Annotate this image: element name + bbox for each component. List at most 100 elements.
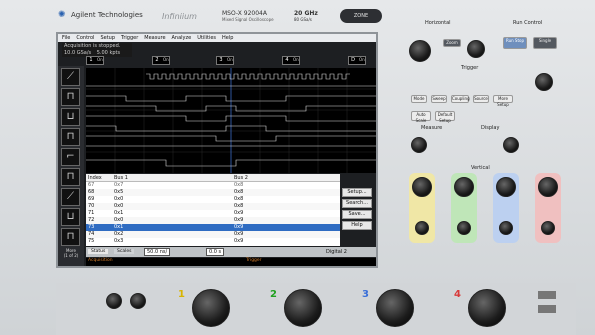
table-row[interactable]: 75 0x3 0x9 [86, 238, 340, 245]
front-panel: Horizontal Run Control Zoom Run Stop Sin… [395, 15, 575, 265]
channel-4-scale-knob[interactable] [538, 177, 558, 197]
trigger-level-knob[interactable] [535, 73, 553, 91]
source-button[interactable]: Source [473, 95, 489, 103]
runt-trigger-icon[interactable]: ⌐ [61, 148, 80, 166]
table-row[interactable]: 70 0x0 0x8 [86, 203, 340, 210]
delay-field[interactable]: 0.0 s [206, 248, 225, 256]
table-row[interactable]: 67 0x7 0x8 [86, 182, 340, 189]
channel-2-box[interactable]: 2 On [152, 56, 170, 65]
model-subtitle: Mixed Signal Oscilloscope [222, 17, 274, 22]
timebase-field[interactable]: 50.0 ns/ [144, 248, 171, 256]
menu-control[interactable]: Control [76, 34, 94, 42]
search-button[interactable]: Search... [342, 199, 372, 208]
channel-2-number: 2 [155, 57, 159, 63]
channel-2-offset-knob[interactable] [457, 221, 471, 235]
more-trigger-button[interactable]: More Setup [493, 95, 513, 107]
channel-4-box[interactable]: 4 On [282, 56, 300, 65]
zoom-button[interactable]: Zoom [443, 39, 461, 47]
column-bus2: Bus 2 [234, 175, 248, 181]
channel-3-offset-knob[interactable] [499, 221, 513, 235]
intensity-knob[interactable] [503, 137, 519, 153]
menu-trigger[interactable]: Trigger [121, 34, 138, 42]
save-button[interactable]: Save... [342, 210, 372, 219]
tab-scales[interactable]: Scales [114, 249, 135, 254]
input-3-connector [376, 289, 414, 327]
glitch-trigger-icon[interactable]: ⊓ [61, 128, 80, 146]
menu-help[interactable]: Help [222, 34, 233, 42]
transition-trigger-icon[interactable]: ⟋ [61, 188, 80, 206]
channel-4-number: 4 [285, 57, 289, 63]
horizontal-label: Horizontal [425, 20, 451, 26]
default-setup-button[interactable]: Default Setup [435, 111, 455, 123]
channel-1-offset-knob[interactable] [415, 221, 429, 235]
zone-logo: ZONE [340, 9, 382, 23]
table-row[interactable]: 72 0x0 0x9 [86, 217, 340, 224]
help-button[interactable]: Help [342, 221, 372, 230]
more-page: (1 of 2) [63, 253, 79, 258]
channel-bar: 1 On 2 On 3 On 4 On D On [86, 56, 376, 66]
row-bus1: 0x5 [114, 189, 124, 195]
table-row-selected[interactable]: 73 0x1 0x9 [86, 224, 340, 231]
row-bus2: 0x9 [234, 210, 244, 216]
run-stop-button[interactable]: Run Stop [503, 37, 527, 49]
window-trigger-icon[interactable]: ⊓ [61, 228, 80, 246]
row-bus2: 0x8 [234, 196, 244, 202]
menu-file[interactable]: File [62, 34, 70, 42]
more-button[interactable]: More (1 of 2) [58, 248, 84, 270]
channel-3-box[interactable]: 3 On [216, 56, 234, 65]
table-row[interactable]: 68 0x5 0x8 [86, 189, 340, 196]
row-bus1: 0x1 [114, 224, 124, 230]
menu-measure[interactable]: Measure [144, 34, 165, 42]
zone-trigger-icon[interactable]: ⊔ [61, 208, 80, 226]
vertical-channel-2 [451, 173, 477, 243]
channel-1-box[interactable]: 1 On [86, 56, 104, 65]
channel-d-box[interactable]: D On [348, 56, 366, 65]
side-toolbar: ⟋ ⊓ ⊔ ⊓ ⌐ ⊓ ⟋ ⊔ ⊓ [58, 66, 84, 266]
brand-text: Agilent Technologies [71, 11, 143, 19]
trigger-label: Trigger [461, 65, 479, 71]
tab-status[interactable]: Status [88, 249, 109, 254]
channel-1-number: 1 [89, 57, 93, 63]
channel-2-scale-knob[interactable] [454, 177, 474, 197]
measure-position-knob[interactable] [411, 137, 427, 153]
table-row[interactable]: 74 0x2 0x9 [86, 231, 340, 238]
channel-3-scale-knob[interactable] [496, 177, 516, 197]
setup-hold-icon[interactable]: ⊓ [61, 168, 80, 186]
channel-4-offset-knob[interactable] [541, 221, 555, 235]
input-3-number: 3 [362, 289, 369, 300]
auto-scale-button[interactable]: Auto Scale [411, 111, 431, 123]
trigger-heading: Trigger [246, 258, 262, 263]
table-row[interactable]: 69 0x0 0x8 [86, 196, 340, 203]
menu-utilities[interactable]: Utilities [197, 34, 216, 42]
sweep-button[interactable]: Sweep [431, 95, 447, 103]
sample-rate-value: 80 GSa/s [294, 17, 312, 22]
column-bus1: Bus 1 [114, 175, 128, 181]
input-2-connector [284, 289, 322, 327]
waveform-display[interactable] [86, 68, 376, 173]
edge-trigger-icon[interactable]: ⊓ [61, 88, 80, 106]
bandwidth-value: 20 GHz [294, 10, 318, 17]
row-index: 71 [88, 210, 95, 216]
menu-setup[interactable]: Setup [100, 34, 115, 42]
digital-clock-trace [146, 73, 350, 80]
row-bus2: 0x9 [234, 231, 244, 237]
status-panel: Status Scales Acquisition Trigger [86, 249, 376, 266]
menu-analyze[interactable]: Analyze [172, 34, 192, 42]
input-1-number: 1 [178, 289, 185, 300]
channel-1-state: On [97, 57, 103, 62]
horizontal-position-knob[interactable] [467, 40, 485, 58]
row-index: 67 [88, 182, 95, 188]
input-1-connector [192, 289, 230, 327]
pointer-tool-icon[interactable]: ⟋ [61, 68, 80, 86]
setup-button[interactable]: Setup... [342, 188, 372, 197]
coupling-button[interactable]: Coupling [451, 95, 470, 103]
pulse-width-icon[interactable]: ⊔ [61, 108, 80, 126]
horizontal-scale-knob[interactable] [409, 40, 431, 62]
channel-1-scale-knob[interactable] [412, 177, 432, 197]
table-row[interactable]: 71 0x1 0x9 [86, 210, 340, 217]
mode-button[interactable]: Mode [411, 95, 427, 103]
single-button[interactable]: Single [533, 37, 557, 49]
row-bus2: 0x9 [234, 224, 244, 230]
channel-2-state: On [163, 57, 169, 62]
vertical-label: Vertical [471, 165, 490, 171]
